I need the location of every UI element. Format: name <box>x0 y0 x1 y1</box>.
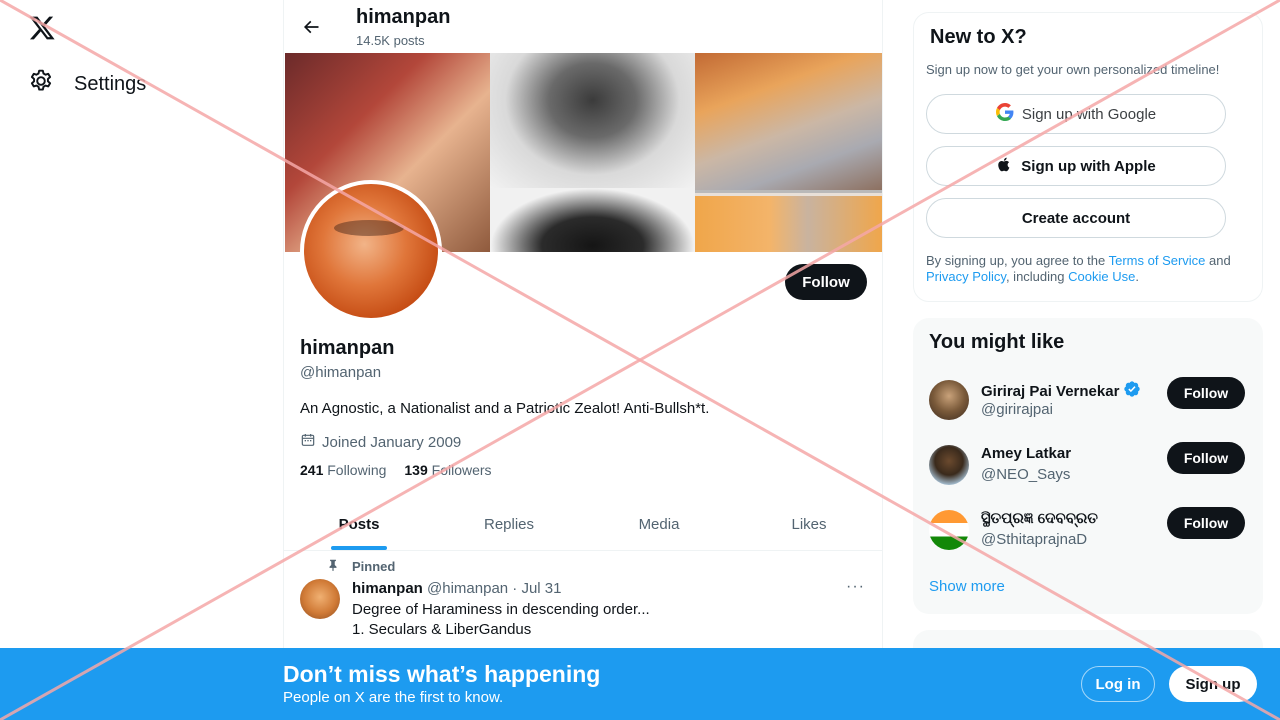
signup-button[interactable]: Sign up <box>1169 666 1257 702</box>
tweet-avatar[interactable] <box>300 579 340 619</box>
left-nav: Settings <box>0 0 283 720</box>
signup-google-label: Sign up with Google <box>1021 105 1157 123</box>
follow-button[interactable]: Follow <box>1167 507 1245 539</box>
profile-handle: @himanpan <box>300 364 382 381</box>
nav-settings-label: Settings <box>74 72 147 95</box>
profile-tabs: Posts Replies Media Likes <box>284 498 882 551</box>
tab-replies[interactable]: Replies <box>434 498 584 550</box>
legal-including: , including <box>1005 269 1069 284</box>
profile-header-bar: himanpan 14.5K posts <box>284 0 882 53</box>
show-more-link[interactable]: Show more <box>929 578 1005 595</box>
legal-prefix: By signing up, you agree to the <box>926 253 1109 268</box>
tweet-author-name[interactable]: himanpan <box>352 580 423 597</box>
profile-column: himanpan 14.5K posts Follow himanpan @hi… <box>283 0 883 720</box>
back-arrow-icon[interactable] <box>296 12 326 42</box>
google-icon <box>995 103 1014 125</box>
legal-text: By signing up, you agree to the Terms of… <box>926 253 1246 285</box>
suggested-user[interactable]: Amey Latkar @NEO_Says Follow <box>913 442 1263 510</box>
suggested-user-name[interactable]: Giriraj Pai Vernekar <box>981 383 1119 400</box>
you-might-like-title: You might like <box>929 331 1065 353</box>
banner-photo <box>695 196 882 252</box>
tab-likes[interactable]: Likes <box>734 498 882 550</box>
header-name: himanpan <box>356 6 451 28</box>
banner-photo <box>695 53 882 193</box>
suggested-user[interactable]: Giriraj Pai Vernekar @girirajpai Follow <box>913 377 1263 445</box>
profile-joined-text: Joined January 2009 <box>322 433 462 451</box>
tab-media[interactable]: Media <box>584 498 734 550</box>
tweet-date[interactable]: Jul 31 <box>521 580 561 597</box>
suggested-user-name[interactable]: ସ୍ଥିତପ୍ରଜ୍ଞ ଦେବବ୍ରତ <box>981 510 1098 527</box>
followers-count: 139 <box>404 462 428 478</box>
banner-photo <box>490 188 695 252</box>
profile-name: himanpan <box>300 337 395 359</box>
avatar[interactable] <box>929 380 969 420</box>
signup-google-button[interactable]: Sign up with Google <box>926 94 1226 134</box>
login-button[interactable]: Log in <box>1081 666 1155 702</box>
create-account-button[interactable]: Create account <box>926 198 1226 238</box>
followers-label: Followers <box>431 462 492 478</box>
more-options-icon[interactable]: ··· <box>846 578 865 596</box>
tweet-header: himanpan @himanpan · Jul 31 <box>352 580 562 597</box>
followers-link[interactable]: 139 Followers <box>404 462 491 478</box>
header-posts-count: 14.5K posts <box>356 33 425 48</box>
banner-photo <box>490 53 695 188</box>
tweet-separator: · <box>512 580 518 597</box>
gear-icon <box>28 68 54 100</box>
suggested-user-name[interactable]: Amey Latkar <box>981 445 1071 462</box>
terms-link[interactable]: Terms of Service <box>1109 253 1206 268</box>
following-label: Following <box>327 462 387 478</box>
profile-avatar[interactable] <box>300 180 442 322</box>
pinned-indicator: Pinned <box>326 558 395 575</box>
profile-bio: An Agnostic, a Nationalist and a Patriot… <box>300 400 710 417</box>
avatar[interactable] <box>929 445 969 485</box>
verified-badge-icon <box>1123 380 1141 402</box>
legal-suffix: . <box>1135 269 1139 284</box>
follow-button[interactable]: Follow <box>785 264 867 300</box>
follow-button[interactable]: Follow <box>1167 377 1245 409</box>
bottom-bar-subtitle: People on X are the first to know. <box>283 689 504 706</box>
pin-icon <box>326 558 340 575</box>
x-logo-icon[interactable] <box>27 14 57 42</box>
suggested-user-handle: @NEO_Says <box>981 466 1071 483</box>
following-link[interactable]: 241 Following <box>300 462 386 478</box>
new-to-x-card: New to X? Sign up now to get your own pe… <box>913 12 1263 302</box>
bottom-bar-title: Don’t miss what’s happening <box>283 661 601 687</box>
signup-apple-button[interactable]: Sign up with Apple <box>926 146 1226 186</box>
legal-and: and <box>1205 253 1231 268</box>
tweet-text-line: 1. Seculars & LiberGandus <box>352 621 532 638</box>
calendar-icon <box>300 432 316 452</box>
pinned-label: Pinned <box>352 559 396 574</box>
new-to-x-title: New to X? <box>930 26 1027 48</box>
you-might-like-card: You might like Giriraj Pai Vernekar @gir… <box>913 318 1263 614</box>
apple-icon <box>996 156 1013 177</box>
follow-button[interactable]: Follow <box>1167 442 1245 474</box>
suggested-user[interactable]: ସ୍ଥିତପ୍ରଜ୍ଞ ଦେବବ୍ରତ @SthitaprajnaD Follo… <box>913 507 1263 575</box>
nav-settings[interactable]: Settings <box>28 68 146 100</box>
avatar[interactable] <box>929 510 969 550</box>
suggested-user-handle: @girirajpai <box>981 401 1053 418</box>
signup-bottom-bar: Don’t miss what’s happening People on X … <box>0 648 1280 720</box>
following-count: 241 <box>300 462 324 478</box>
suggested-user-handle: @SthitaprajnaD <box>981 531 1088 548</box>
signup-apple-label: Sign up with Apple <box>1021 157 1156 175</box>
tweet-text-line: Degree of Haraminess in descending order… <box>352 601 650 618</box>
profile-stats: 241 Following 139 Followers <box>300 462 492 478</box>
suggested-user-name-row: Giriraj Pai Vernekar <box>981 380 1141 402</box>
new-to-x-subtitle: Sign up now to get your own personalized… <box>926 62 1220 77</box>
cookie-link[interactable]: Cookie Use <box>1068 269 1135 284</box>
profile-joined: Joined January 2009 <box>300 432 461 452</box>
privacy-link[interactable]: Privacy Policy <box>926 269 1006 284</box>
tweet-author-handle[interactable]: @himanpan <box>427 580 508 597</box>
tab-posts[interactable]: Posts <box>284 498 434 550</box>
